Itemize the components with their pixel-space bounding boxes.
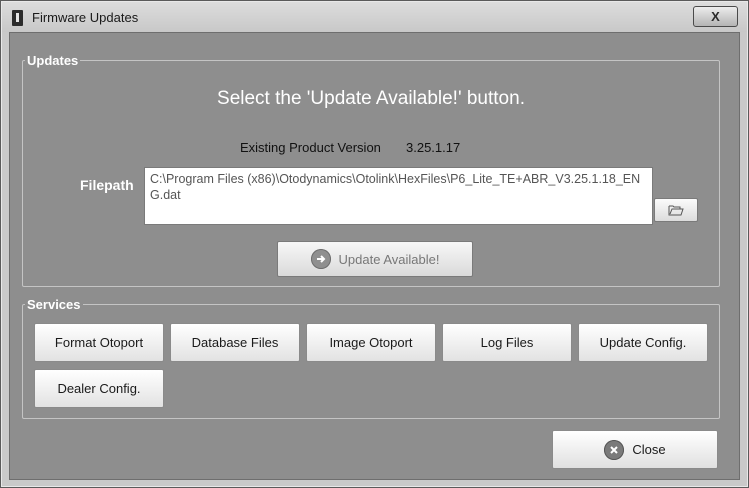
app-icon <box>12 10 23 26</box>
updates-group: Updates Select the 'Update Available!' b… <box>22 53 720 287</box>
update-available-label: Update Available! <box>338 251 440 267</box>
instruction-text: Select the 'Update Available!' button. <box>217 88 525 109</box>
title-bar[interactable]: Firmware Updates X <box>2 2 747 32</box>
dealer-config-button[interactable]: Dealer Config. <box>34 369 164 408</box>
close-icon: X <box>711 9 720 24</box>
firmware-updates-window: Firmware Updates X Updates Select the 'U… <box>0 0 749 488</box>
client-area: Updates Select the 'Update Available!' b… <box>9 32 740 480</box>
log-files-button[interactable]: Log Files <box>442 323 572 362</box>
updates-legend: Updates <box>27 53 79 68</box>
update-config-button[interactable]: Update Config. <box>578 323 708 362</box>
window-title: Firmware Updates <box>32 10 139 25</box>
image-otoport-button[interactable]: Image Otoport <box>306 323 436 362</box>
existing-version-value: 3.25.1.17 <box>406 140 461 155</box>
browse-button[interactable] <box>654 198 698 222</box>
close-button[interactable]: Close <box>552 430 718 469</box>
update-available-button[interactable]: Update Available! <box>277 241 473 277</box>
x-circle-icon <box>604 439 625 460</box>
existing-version-label: Existing Product Version <box>240 140 381 155</box>
folder-open-icon <box>668 205 684 216</box>
window-close-button[interactable]: X <box>693 6 738 27</box>
close-button-label: Close <box>632 442 666 457</box>
services-legend: Services <box>27 297 81 312</box>
format-otoport-button[interactable]: Format Otoport <box>34 323 164 362</box>
filepath-field[interactable]: C:\Program Files (x86)\Otodynamics\Otoli… <box>144 167 653 225</box>
filepath-label: Filepath <box>80 177 134 193</box>
database-files-button[interactable]: Database Files <box>170 323 300 362</box>
arrow-right-circle-icon <box>310 249 331 269</box>
